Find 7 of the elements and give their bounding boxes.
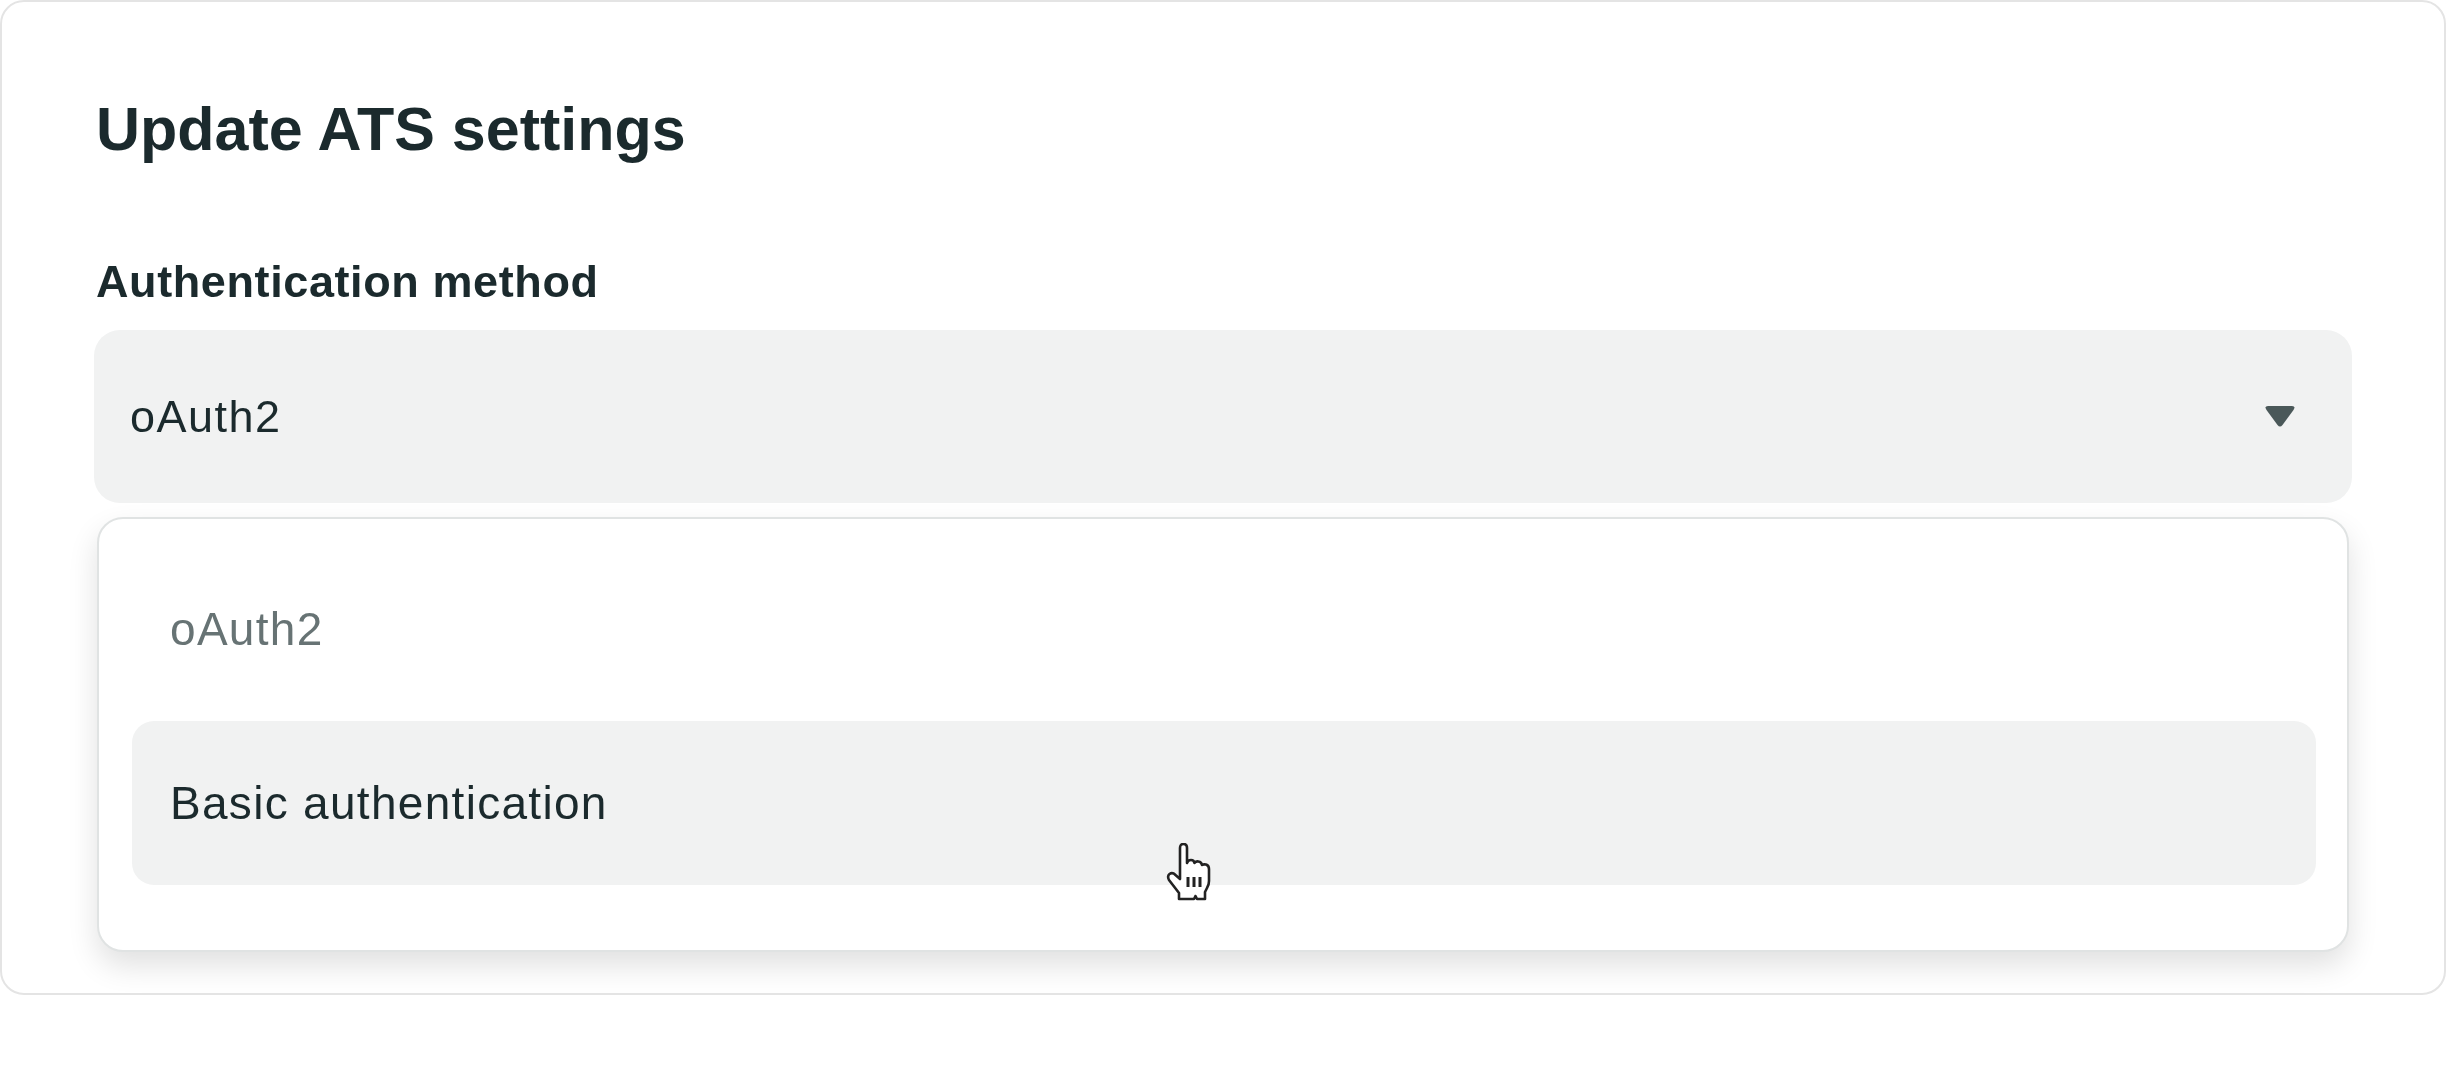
- hand-cursor-icon: [1165, 843, 1213, 901]
- caret-icon: [2265, 406, 2295, 427]
- dialog-title: Update ATS settings: [95, 94, 687, 165]
- dropdown-option[interactable]: Basic authentication: [132, 721, 2316, 885]
- select-field[interactable]: oAuth2: [94, 330, 2352, 503]
- dropdown-option[interactable]: oAuth2: [132, 547, 2316, 711]
- field-label: Authentication method: [95, 255, 600, 308]
